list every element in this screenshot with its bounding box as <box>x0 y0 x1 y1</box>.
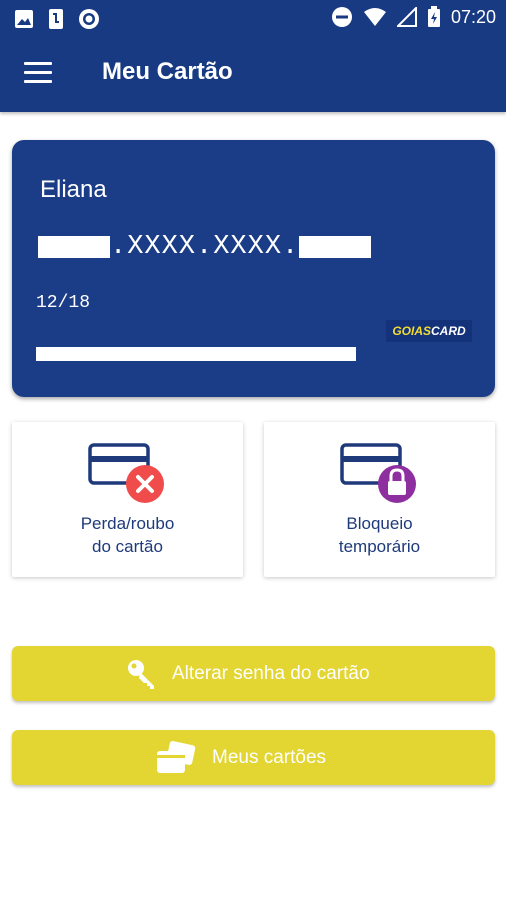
lost-stolen-label: Perda/roubo do cartão <box>12 512 243 558</box>
key-icon <box>128 659 154 689</box>
page-title: Meu Cartão <box>102 58 233 85</box>
card-brand-logo: GOIAS CARD <box>386 320 472 342</box>
status-time: 07:20 <box>450 6 496 27</box>
temporary-block-label-line1: Bloqueio <box>346 514 413 533</box>
lost-stolen-label-line2: do cartão <box>92 537 163 556</box>
brand-part2: CARD <box>431 324 466 338</box>
app-bar: Meu Cartão <box>0 36 506 112</box>
status-left-icons <box>14 8 100 30</box>
cards-icon <box>157 740 196 773</box>
credit-card: Eliana .XXXX.XXXX. 12/18 GOIAS CARD <box>12 140 495 397</box>
status-right-icons: 07:20 <box>331 6 496 28</box>
my-cards-label: Meus cartões <box>212 746 327 768</box>
phone-icon <box>49 9 63 29</box>
battery-icon <box>427 6 440 27</box>
temporary-block-tile[interactable]: Bloqueio temporário <box>264 422 495 577</box>
card-cancel-icon <box>88 443 164 503</box>
change-card-password-label: Alterar senha do cartão <box>172 662 370 684</box>
brand-part1: GOIAS <box>392 324 431 338</box>
status-bar: 07:20 <box>0 0 506 36</box>
lost-stolen-label-line1: Perda/roubo <box>80 514 175 533</box>
signal-icon <box>396 7 417 27</box>
temporary-block-label-line2: temporário <box>338 537 421 556</box>
do-not-disturb-icon <box>331 7 352 27</box>
hamburger-menu-icon[interactable] <box>24 62 52 84</box>
card-number: .XXXX.XXXX. <box>38 232 372 262</box>
image-icon <box>15 10 33 28</box>
my-cards-button[interactable]: Meus cartões <box>12 730 495 785</box>
temporary-block-label: Bloqueio temporário <box>264 512 495 558</box>
card-expiry: 12/18 <box>36 293 91 313</box>
change-card-password-button[interactable]: Alterar senha do cartão <box>12 646 495 701</box>
card-holder-name: Eliana <box>40 176 107 203</box>
circle-app-icon <box>79 9 99 29</box>
card-lock-icon <box>340 443 416 503</box>
card-number-middle: .XXXX.XXXX. <box>110 232 300 262</box>
card-number-mask-end <box>299 236 372 258</box>
lost-stolen-card-tile[interactable]: Perda/roubo do cartão <box>12 422 243 577</box>
card-account-mask <box>36 347 356 361</box>
wifi-icon <box>363 8 386 26</box>
card-number-mask-start <box>38 236 110 258</box>
